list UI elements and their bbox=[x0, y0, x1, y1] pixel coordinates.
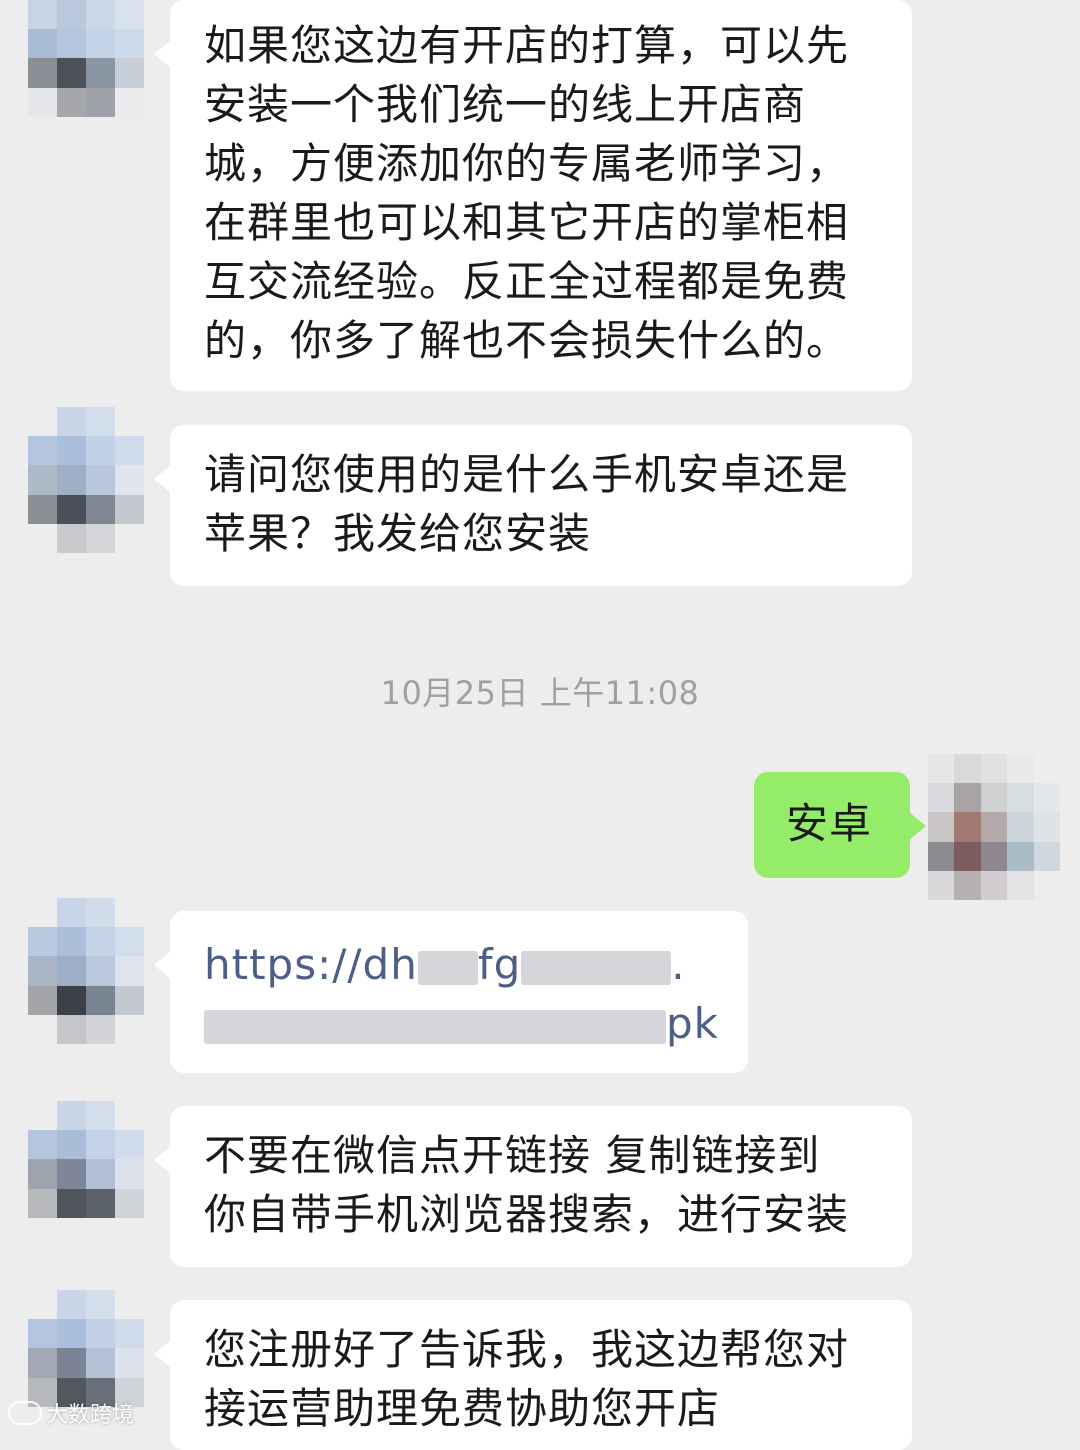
message-line: 不要在微信点开链接 复制链接到 bbox=[204, 1131, 821, 1180]
link-message-bubble[interactable]: https://dh fg. pk bbox=[154, 911, 748, 1073]
own-avatar[interactable] bbox=[928, 754, 1060, 900]
message-line: 你自带手机浏览器搜索，进行安装 bbox=[204, 1190, 850, 1239]
message-line: 互交流经验。反正全过程都是免费 bbox=[204, 257, 850, 306]
own-message-bubble[interactable]: 安卓 bbox=[754, 772, 926, 878]
link-end-text: pk bbox=[666, 999, 719, 1048]
contact-avatar[interactable] bbox=[28, 898, 144, 1044]
contact-avatar[interactable] bbox=[28, 407, 144, 553]
message-line: 请问您使用的是什么手机安卓还是 bbox=[204, 450, 850, 499]
link-mid-text: fg bbox=[477, 940, 522, 989]
speech-logo-icon bbox=[8, 1401, 42, 1425]
blurred-segment bbox=[204, 1009, 666, 1044]
message-line: 接运营助理免费协助您开店 bbox=[204, 1384, 721, 1433]
contact-avatar[interactable] bbox=[28, 0, 144, 146]
watermark: 大数跨境 bbox=[8, 1397, 134, 1429]
message-line: 安卓 bbox=[786, 799, 873, 848]
message-line: 在群里也可以和其它开店的掌柜相 bbox=[204, 198, 850, 247]
message-line: 您注册好了告诉我，我这边帮您对 bbox=[204, 1325, 850, 1374]
contact-avatar[interactable] bbox=[28, 1101, 144, 1247]
blurred-segment bbox=[521, 950, 672, 985]
message-line: 城，方便添加你的专属老师学习， bbox=[204, 139, 850, 188]
message-line: 苹果？我发给您安装 bbox=[204, 509, 592, 558]
message-line: 安装一个我们统一的线上开店商 bbox=[204, 80, 807, 129]
message-line: 如果您这边有开店的打算，可以先 bbox=[204, 21, 850, 70]
message-bubble[interactable]: 您注册好了告诉我，我这边帮您对 接运营助理免费协助您开店 bbox=[154, 1300, 912, 1450]
link-line-1[interactable]: https://dh fg. bbox=[204, 935, 718, 994]
chat-timestamp: 10月25日 上午11:08 bbox=[380, 674, 700, 712]
link-start-text: https://dh bbox=[204, 940, 418, 989]
message-bubble[interactable]: 如果您这边有开店的打算，可以先 安装一个我们统一的线上开店商 城，方便添加你的专… bbox=[154, 0, 912, 391]
message-line: 的，你多了解也不会损失什么的。 bbox=[204, 316, 850, 365]
message-bubble[interactable]: 请问您使用的是什么手机安卓还是 苹果？我发给您安装 bbox=[154, 425, 912, 586]
link-line-2[interactable]: pk bbox=[204, 994, 718, 1053]
blurred-segment bbox=[417, 950, 478, 985]
watermark-text: 大数跨境 bbox=[46, 1403, 135, 1428]
message-bubble[interactable]: 不要在微信点开链接 复制链接到 你自带手机浏览器搜索，进行安装 bbox=[154, 1106, 912, 1267]
link-dot-text: . bbox=[671, 940, 686, 989]
